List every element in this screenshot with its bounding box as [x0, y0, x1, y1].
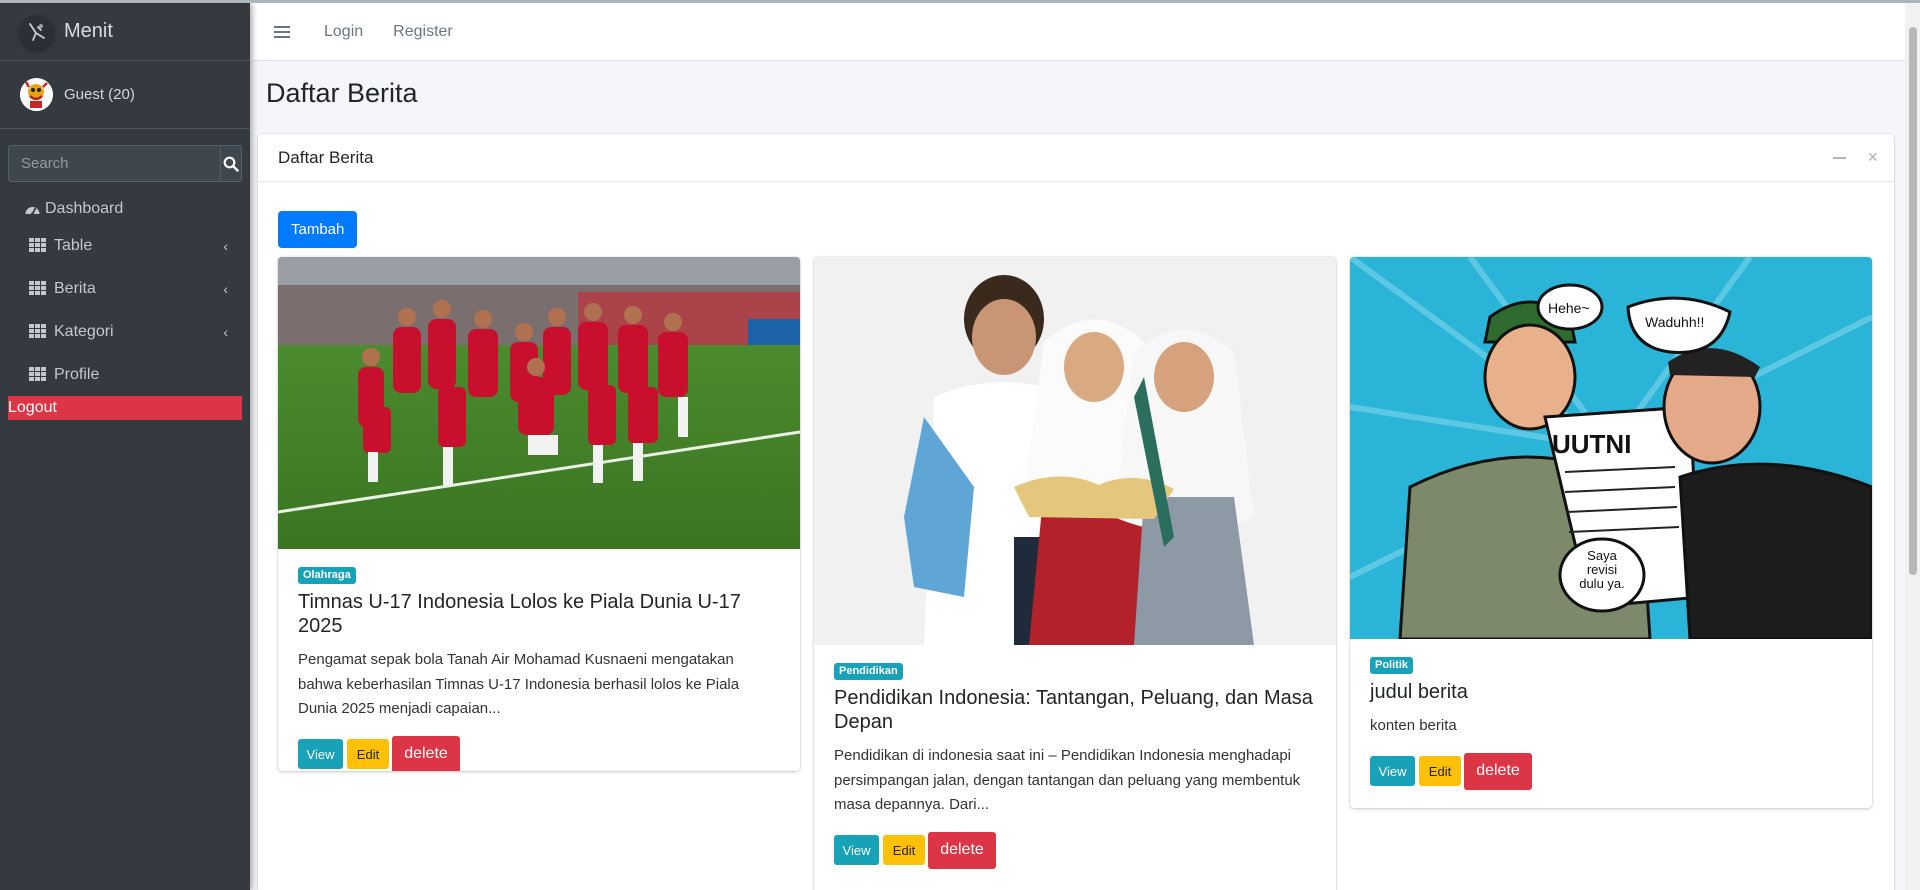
card-header: Daftar Berita × — [258, 134, 1894, 182]
window-top-border — [0, 0, 1920, 3]
news-excerpt: konten berita — [1370, 717, 1457, 734]
sidebar-item-label: Berita — [54, 279, 96, 297]
news-excerpt: Pendidikan di indonesia saat ini – Pendi… — [834, 747, 1301, 813]
news-image: UUTNI Hehe~ Waduhh!! Saya revisi dulu ya… — [1350, 257, 1872, 639]
speech-bubble-3: Saya revisi dulu ya. — [1579, 549, 1625, 591]
chevron-left-icon: ‹ — [223, 323, 228, 340]
speech-bubble-1: Hehe~ — [1548, 300, 1590, 316]
news-actions: View Edit delete — [1370, 752, 1852, 790]
news-excerpt: Pengamat sepak bola Tanah Air Mohamad Ku… — [298, 651, 740, 717]
news-card: UUTNI Hehe~ Waduhh!! Saya revisi dulu ya… — [1350, 257, 1872, 808]
paper-heading: UUTNI — [1552, 429, 1631, 459]
news-body: Pendidikan Pendidikan Indonesia: Tantang… — [814, 645, 1336, 869]
view-button[interactable]: View — [1370, 756, 1415, 786]
sidebar-item-label: Dashboard — [45, 200, 124, 217]
page-title: Daftar Berita — [266, 78, 418, 108]
news-card: Olahraga Timnas U-17 Indonesia Lolos ke … — [278, 257, 800, 771]
chevron-left-icon: ‹ — [223, 237, 228, 254]
grid-icon — [29, 281, 46, 296]
sidebar-nav: Dashboard Table ‹ Berita ‹ Kategori ‹ Pr… — [0, 194, 250, 420]
sidebar-item-label: Profile — [54, 365, 100, 383]
edit-button[interactable]: Edit — [1419, 756, 1461, 786]
delete-button[interactable]: delete — [928, 831, 996, 869]
sidebar-item-dashboard[interactable]: Dashboard — [0, 194, 250, 224]
sidebar: Menit Guest (20) Search Dashboard Table … — [0, 3, 250, 890]
close-icon[interactable]: × — [1867, 147, 1878, 168]
logout-button[interactable]: Logout — [8, 396, 242, 420]
news-title[interactable]: Pendidikan Indonesia: Tantangan, Peluang… — [834, 686, 1316, 734]
category-badge: Pendidikan — [834, 663, 903, 680]
scrollbar-thumb[interactable] — [1909, 27, 1917, 575]
sidebar-item-berita[interactable]: Berita ‹ — [0, 267, 250, 310]
category-badge: Olahraga — [298, 567, 356, 584]
grid-icon — [29, 324, 46, 339]
page-scrollbar[interactable] — [1905, 3, 1920, 890]
sidebar-item-table[interactable]: Table ‹ — [0, 224, 250, 267]
search-input[interactable] — [8, 145, 220, 182]
sidebar-search — [8, 145, 242, 182]
main-content: Daftar Berita Daftar Berita × Tambah Ola… — [250, 61, 1905, 890]
sidebar-item-label: Table — [54, 236, 93, 254]
card-title: Daftar Berita — [278, 147, 374, 167]
login-link[interactable]: Login — [324, 23, 363, 41]
search-button[interactable] — [220, 145, 242, 182]
view-button[interactable]: View — [834, 835, 879, 865]
register-link[interactable]: Register — [393, 23, 453, 41]
news-actions: View Edit delete — [298, 735, 780, 771]
news-title[interactable]: judul berita — [1370, 680, 1852, 704]
user-panel[interactable]: Guest (20) — [0, 61, 250, 129]
news-card: Pendidikan Pendidikan Indonesia: Tantang… — [814, 257, 1336, 890]
news-body: Politik judul berita konten berita View … — [1350, 639, 1872, 790]
news-image — [814, 257, 1336, 645]
grid-icon — [29, 238, 46, 253]
edit-button[interactable]: Edit — [883, 835, 925, 865]
brand-link[interactable]: Menit — [0, 3, 250, 61]
news-actions: View Edit delete — [834, 831, 1316, 869]
sidebar-item-profile[interactable]: Profile — [0, 353, 250, 396]
grid-icon — [29, 367, 46, 382]
news-list-card: Daftar Berita × Tambah Olahraga Timnas U… — [258, 134, 1894, 890]
chevron-left-icon: ‹ — [223, 280, 228, 297]
sidebar-item-label: Kategori — [54, 322, 114, 340]
category-badge: Politik — [1370, 657, 1414, 674]
edit-button[interactable]: Edit — [347, 739, 389, 769]
user-avatar — [20, 78, 53, 111]
brand-logo-icon — [20, 14, 54, 49]
dashboard-icon — [25, 206, 40, 216]
delete-button[interactable]: delete — [1464, 752, 1532, 790]
speech-bubble-2: Waduhh!! — [1645, 314, 1704, 330]
hamburger-menu-icon[interactable] — [274, 25, 290, 38]
view-button[interactable]: View — [298, 739, 343, 769]
delete-button[interactable]: delete — [392, 735, 460, 771]
sidebar-item-kategori[interactable]: Kategori ‹ — [0, 310, 250, 353]
user-name: Guest (20) — [64, 86, 135, 103]
news-image — [278, 257, 800, 549]
search-icon — [223, 156, 239, 172]
news-body: Olahraga Timnas U-17 Indonesia Lolos ke … — [278, 549, 800, 771]
brand-name: Menit — [64, 20, 113, 42]
top-navbar: Login Register — [250, 3, 1905, 61]
news-title[interactable]: Timnas U-17 Indonesia Lolos ke Piala Dun… — [298, 590, 780, 638]
add-news-button[interactable]: Tambah — [278, 211, 358, 248]
collapse-icon[interactable] — [1833, 157, 1846, 159]
